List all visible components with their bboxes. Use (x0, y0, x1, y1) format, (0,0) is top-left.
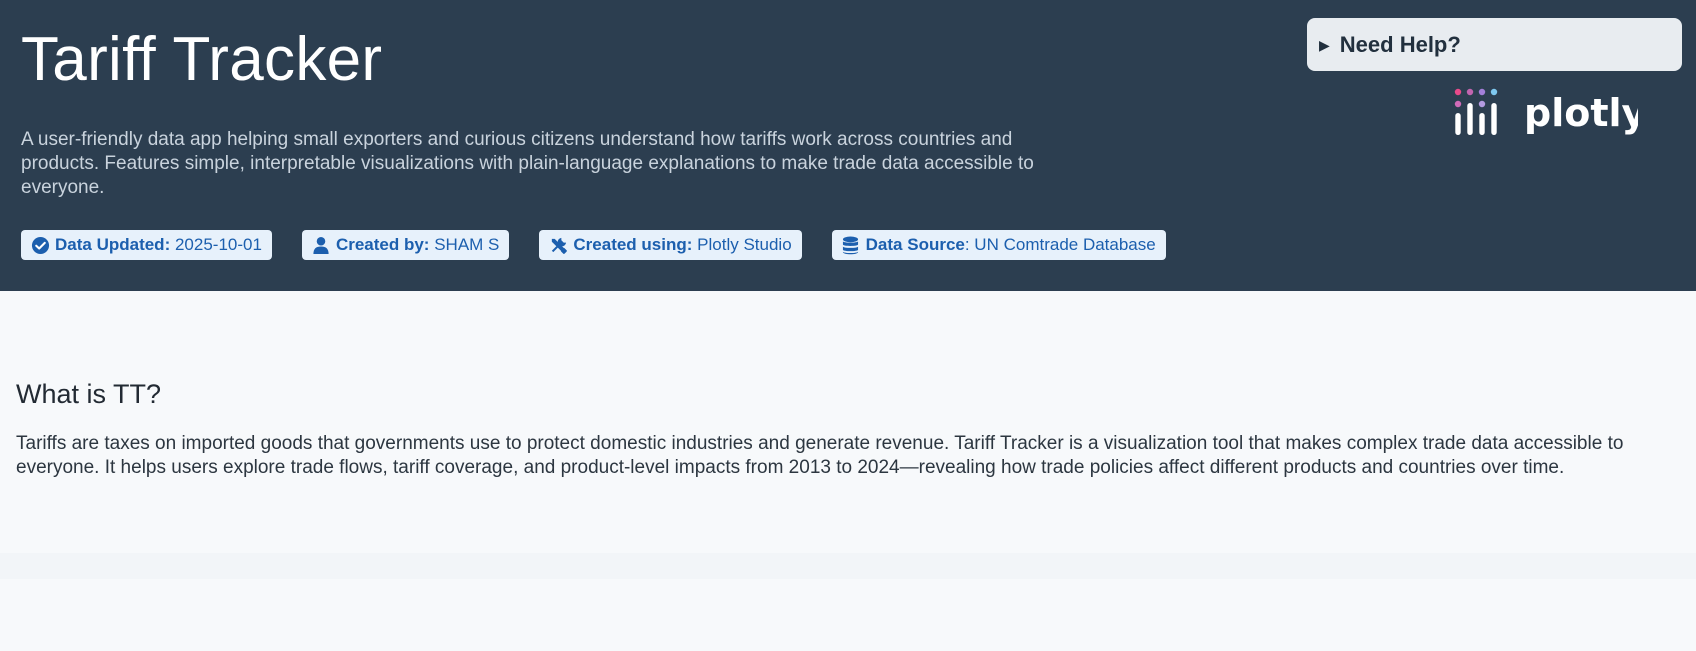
badge-label: Created by: (335, 235, 430, 254)
badge-data-updated: Data Updated: 2025-10-01 (21, 230, 272, 260)
badge-data-source: Data Source: UN Comtrade Database (831, 230, 1166, 260)
user-icon (311, 235, 331, 255)
badge-label: Data Updated: (55, 235, 171, 254)
badge-value: : UN Comtrade Database (964, 235, 1156, 254)
badge-created-using: Created using: Plotly Studio (539, 230, 802, 260)
main-content: What is TT? Tariffs are taxes on importe… (0, 291, 1696, 651)
tools-icon (548, 235, 568, 255)
database-icon (841, 235, 861, 255)
section-title: What is TT? (16, 379, 162, 409)
badge-value: SHAM S (434, 235, 500, 254)
badge-label: Created using: (573, 235, 693, 254)
info-badges: Data Updated: 2025-10-01 Created by: SHA… (21, 230, 1166, 260)
caret-right-icon: ▶ (1319, 36, 1330, 53)
plotly-logo-text: plotly (1524, 91, 1638, 135)
app-header: Tariff Tracker A user-friendly data app … (0, 0, 1696, 291)
badge-created-by: Created by: SHAM S (301, 230, 510, 260)
content-divider-band (0, 553, 1696, 579)
need-help-label: Need Help? (1339, 31, 1461, 57)
badge-value: Plotly Studio (697, 235, 792, 254)
check-circle-icon (30, 235, 50, 255)
badge-value: 2025-10-01 (174, 235, 262, 254)
badge-label: Data Source (865, 235, 965, 254)
page-subtitle: A user-friendly data app helping small e… (21, 129, 1034, 198)
section-body: Tariffs are taxes on imported goods that… (16, 433, 1624, 478)
need-help-toggle[interactable]: ▶ Need Help? (1307, 18, 1682, 71)
plotly-logo: plotly (1454, 86, 1647, 142)
page-title: Tariff Tracker (21, 25, 383, 94)
